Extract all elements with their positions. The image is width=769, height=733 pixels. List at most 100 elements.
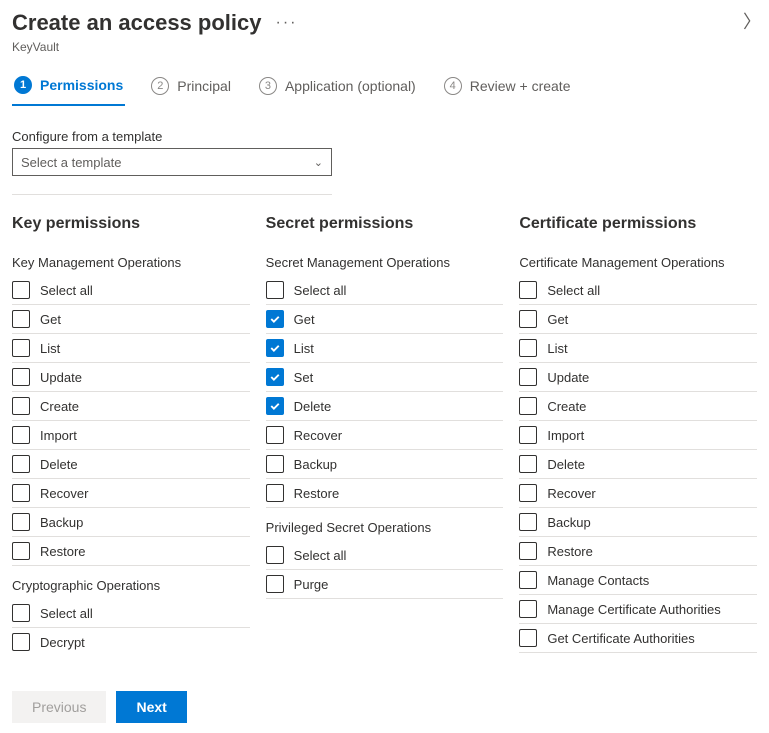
permission-item: Get Certificate Authorities bbox=[519, 624, 757, 653]
permission-label: Set bbox=[294, 370, 314, 385]
permission-label: List bbox=[294, 341, 314, 356]
permission-item: Select all bbox=[266, 541, 504, 570]
permission-checkbox[interactable] bbox=[12, 484, 30, 502]
permission-checkbox[interactable] bbox=[266, 339, 284, 357]
permission-label: Backup bbox=[294, 457, 337, 472]
permission-item: Import bbox=[12, 421, 250, 450]
permission-checkbox[interactable] bbox=[12, 310, 30, 328]
permission-checkbox[interactable] bbox=[266, 397, 284, 415]
permission-checkbox[interactable] bbox=[12, 513, 30, 531]
close-icon[interactable]: 〉 bbox=[743, 8, 761, 34]
permission-checkbox[interactable] bbox=[519, 281, 537, 299]
divider bbox=[12, 194, 332, 195]
permission-checkbox[interactable] bbox=[12, 426, 30, 444]
step-number-icon: 1 bbox=[14, 76, 32, 94]
permission-label: Get bbox=[547, 312, 568, 327]
permission-checkbox[interactable] bbox=[266, 575, 284, 593]
template-select[interactable]: Select a template ⌄ bbox=[12, 148, 332, 176]
permission-item: Manage Certificate Authorities bbox=[519, 595, 757, 624]
step-number-icon: 3 bbox=[259, 77, 277, 95]
permission-label: Restore bbox=[547, 544, 593, 559]
permission-checkbox[interactable] bbox=[266, 455, 284, 473]
permission-label: Delete bbox=[40, 457, 78, 472]
permission-checkbox[interactable] bbox=[266, 426, 284, 444]
permission-label: Update bbox=[40, 370, 82, 385]
permission-item: Restore bbox=[519, 537, 757, 566]
permission-label: Recover bbox=[294, 428, 342, 443]
permission-checkbox[interactable] bbox=[12, 604, 30, 622]
permission-item: Select all bbox=[519, 276, 757, 305]
permission-checkbox[interactable] bbox=[12, 542, 30, 560]
permission-checkbox[interactable] bbox=[266, 368, 284, 386]
permission-checkbox[interactable] bbox=[12, 397, 30, 415]
permission-label: Select all bbox=[294, 283, 347, 298]
permission-checkbox[interactable] bbox=[519, 397, 537, 415]
tab-label: Review + create bbox=[470, 78, 571, 94]
group-heading: Key Management Operations bbox=[12, 255, 250, 270]
step-number-icon: 2 bbox=[151, 77, 169, 95]
permission-label: Restore bbox=[40, 544, 86, 559]
page-title: Create an access policy bbox=[12, 10, 261, 36]
permission-label: Select all bbox=[547, 283, 600, 298]
permission-item: Restore bbox=[12, 537, 250, 566]
permission-checkbox[interactable] bbox=[12, 281, 30, 299]
step-number-icon: 4 bbox=[444, 77, 462, 95]
permission-checkbox[interactable] bbox=[519, 368, 537, 386]
more-menu-icon[interactable]: ··· bbox=[275, 14, 297, 32]
permission-checkbox[interactable] bbox=[266, 310, 284, 328]
permission-checkbox[interactable] bbox=[519, 629, 537, 647]
permission-checkbox[interactable] bbox=[266, 281, 284, 299]
tab-label: Application (optional) bbox=[285, 78, 416, 94]
permission-label: Create bbox=[40, 399, 79, 414]
permission-label: Get Certificate Authorities bbox=[547, 631, 694, 646]
group-heading: Privileged Secret Operations bbox=[266, 520, 504, 535]
permission-checkbox[interactable] bbox=[519, 600, 537, 618]
permission-item: Restore bbox=[266, 479, 504, 508]
permission-checkbox[interactable] bbox=[12, 633, 30, 651]
tab-step-3[interactable]: 3 Application (optional) bbox=[257, 68, 418, 106]
group-heading: Certificate Management Operations bbox=[519, 255, 757, 270]
next-button[interactable]: Next bbox=[116, 691, 186, 723]
permission-checkbox[interactable] bbox=[266, 484, 284, 502]
permission-checkbox[interactable] bbox=[519, 571, 537, 589]
permission-checkbox[interactable] bbox=[12, 368, 30, 386]
previous-button[interactable]: Previous bbox=[12, 691, 106, 723]
tab-step-4[interactable]: 4 Review + create bbox=[442, 68, 573, 106]
permission-label: Delete bbox=[547, 457, 585, 472]
permission-checkbox[interactable] bbox=[519, 426, 537, 444]
permission-item: Get bbox=[519, 305, 757, 334]
permission-checkbox[interactable] bbox=[519, 339, 537, 357]
permission-item: Delete bbox=[519, 450, 757, 479]
permission-checkbox[interactable] bbox=[519, 455, 537, 473]
permission-item: List Certificate Authorities bbox=[519, 653, 757, 655]
template-label: Configure from a template bbox=[12, 129, 757, 144]
permission-checkbox[interactable] bbox=[519, 542, 537, 560]
permission-checkbox[interactable] bbox=[519, 513, 537, 531]
tab-step-2[interactable]: 2Principal bbox=[149, 68, 233, 106]
tab-step-1[interactable]: 1 Permissions bbox=[12, 68, 125, 106]
permission-checkbox[interactable] bbox=[519, 310, 537, 328]
permission-checkbox[interactable] bbox=[266, 546, 284, 564]
template-select-value: Select a template bbox=[21, 155, 121, 170]
tab-label: Permissions bbox=[40, 77, 123, 93]
permission-item: Decrypt bbox=[12, 628, 250, 655]
permission-item: Manage Contacts bbox=[519, 566, 757, 595]
permission-checkbox[interactable] bbox=[12, 339, 30, 357]
permission-label: Update bbox=[547, 370, 589, 385]
permission-label: Select all bbox=[40, 606, 93, 621]
permission-item: Backup bbox=[12, 508, 250, 537]
permission-item: Select all bbox=[12, 599, 250, 628]
permission-checkbox[interactable] bbox=[519, 484, 537, 502]
permission-label: Backup bbox=[547, 515, 590, 530]
permission-label: Get bbox=[294, 312, 315, 327]
permission-item: Recover bbox=[12, 479, 250, 508]
permission-checkbox[interactable] bbox=[12, 455, 30, 473]
column-heading: Certificate permissions bbox=[519, 215, 757, 233]
permission-label: List bbox=[40, 341, 60, 356]
permission-item: Set bbox=[266, 363, 504, 392]
breadcrumb: KeyVault bbox=[0, 40, 769, 68]
permission-item: Create bbox=[12, 392, 250, 421]
permission-item: List bbox=[519, 334, 757, 363]
permission-item: Select all bbox=[266, 276, 504, 305]
permission-item: Delete bbox=[12, 450, 250, 479]
